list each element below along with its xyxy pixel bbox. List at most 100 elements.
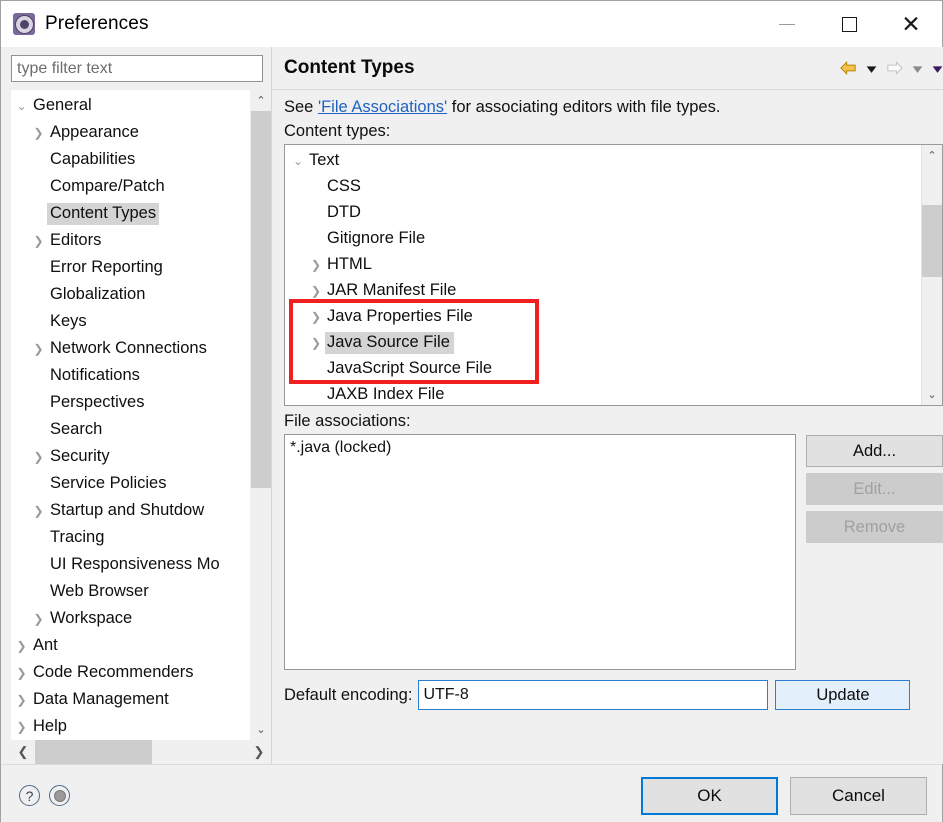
hscroll-thumb[interactable] — [35, 740, 152, 764]
maximize-button[interactable] — [818, 1, 880, 47]
sidebar-tree[interactable]: ⌄ General ❯ Appearance Capabilities Compare/P… — [11, 90, 250, 740]
window-controls: ✕ — [756, 1, 942, 47]
chevron-right-icon[interactable]: ❯ — [30, 127, 47, 139]
chevron-right-icon[interactable]: ❯ — [307, 258, 325, 272]
scroll-track[interactable] — [251, 111, 271, 719]
window-title: Preferences — [45, 13, 149, 34]
chevron-right-icon[interactable]: ❯ — [13, 694, 30, 706]
content-type-row[interactable]: JavaScript Source File — [285, 356, 921, 382]
sidebar-item-ant[interactable]: ❯ Ant — [11, 632, 250, 659]
sidebar-item-label: Search — [50, 419, 103, 438]
content-type-row[interactable]: ⌄ Text — [285, 148, 921, 174]
ct-scroll-down-icon[interactable]: ⌄ — [922, 384, 942, 405]
update-button[interactable]: Update — [775, 680, 911, 710]
close-button[interactable]: ✕ — [880, 1, 942, 47]
chevron-right-icon[interactable]: ❯ — [13, 721, 30, 733]
chevron-right-icon[interactable]: ❯ — [13, 667, 30, 679]
content-types-vertical-scrollbar[interactable]: ⌃ ⌄ — [921, 145, 942, 405]
sidebar-item-perspectives[interactable]: Perspectives — [11, 389, 250, 416]
scroll-up-icon[interactable]: ⌃ — [251, 90, 271, 111]
chevron-right-icon[interactable]: ❯ — [307, 336, 325, 350]
content-type-row[interactable]: CSS — [285, 174, 921, 200]
content-type-label: JAR Manifest File — [327, 281, 457, 299]
sidebar-item-globalization[interactable]: Globalization — [11, 281, 250, 308]
sidebar-item-help[interactable]: ❯ Help — [11, 713, 250, 740]
sidebar-item-workspace[interactable]: ❯ Workspace — [11, 605, 250, 632]
default-encoding-input[interactable]: UTF-8 — [418, 680, 769, 710]
content-types-list[interactable]: ⌄ Text CSS DTD Gitignore File ❯ HTML ❯ JAR Manif… — [285, 145, 921, 405]
sidebar-item-label: General — [33, 95, 92, 114]
sidebar-item-ui-responsiveness-mo[interactable]: UI Responsiveness Mo — [11, 551, 250, 578]
file-associations-link[interactable]: 'File Associations' — [318, 98, 447, 116]
content-type-row[interactable]: ❯ JAR Manifest File — [285, 278, 921, 304]
content-type-row[interactable]: Gitignore File — [285, 226, 921, 252]
sidebar-item-service-policies[interactable]: Service Policies — [11, 470, 250, 497]
sidebar-horizontal-scrollbar[interactable]: ❮ ❯ — [11, 740, 271, 764]
restore-defaults-icon[interactable] — [49, 785, 70, 806]
ct-scroll-thumb[interactable] — [922, 205, 942, 278]
sidebar-item-label: Error Reporting — [50, 257, 163, 276]
chevron-right-icon[interactable]: ❯ — [30, 235, 47, 247]
sidebar-item-content-types[interactable]: Content Types — [11, 200, 250, 227]
sidebar-item-startup-and-shutdow[interactable]: ❯ Startup and Shutdow — [11, 497, 250, 524]
sidebar-item-error-reporting[interactable]: Error Reporting — [11, 254, 250, 281]
minimize-button[interactable] — [756, 1, 818, 47]
sidebar-item-keys[interactable]: Keys — [11, 308, 250, 335]
sidebar-item-appearance[interactable]: ❯ Appearance — [11, 119, 250, 146]
chevron-down-icon[interactable]: ⌄ — [13, 100, 30, 112]
chevron-right-icon[interactable]: ❯ — [13, 640, 30, 652]
file-association-item[interactable]: *.java (locked) — [290, 439, 790, 457]
chevron-down-icon[interactable]: ⌄ — [289, 154, 307, 168]
sidebar-item-tracing[interactable]: Tracing — [11, 524, 250, 551]
sidebar-item-code-recommenders[interactable]: ❯ Code Recommenders — [11, 659, 250, 686]
content-type-label: Java Properties File — [327, 307, 473, 325]
sidebar-item-web-browser[interactable]: Web Browser — [11, 578, 250, 605]
chevron-right-icon[interactable]: ❯ — [307, 310, 325, 324]
sidebar-item-security[interactable]: ❯ Security — [11, 443, 250, 470]
scroll-left-icon[interactable]: ❮ — [11, 740, 35, 764]
sidebar-item-capabilities[interactable]: Capabilities — [11, 146, 250, 173]
scroll-right-icon[interactable]: ❯ — [247, 740, 271, 764]
scroll-thumb[interactable] — [251, 111, 271, 488]
description-suffix: for associating editors with file types. — [447, 98, 721, 116]
back-arrow-icon[interactable] — [839, 60, 858, 76]
help-icon[interactable]: ? — [19, 785, 40, 806]
page-title: Content Types — [284, 57, 415, 78]
sidebar-item-search[interactable]: Search — [11, 416, 250, 443]
sidebar-item-compare-patch[interactable]: Compare/Patch — [11, 173, 250, 200]
ct-scroll-up-icon[interactable]: ⌃ — [922, 145, 942, 166]
chevron-right-icon[interactable]: ❯ — [30, 343, 47, 355]
default-encoding-label: Default encoding: — [284, 685, 413, 704]
sidebar-item-general[interactable]: ⌄ General — [11, 92, 250, 119]
content-type-label: Text — [309, 151, 340, 169]
sidebar-item-network-connections[interactable]: ❯ Network Connections — [11, 335, 250, 362]
chevron-right-icon[interactable]: ❯ — [30, 613, 47, 625]
sidebar-vertical-scrollbar[interactable]: ⌃ ⌄ — [250, 90, 271, 740]
ok-button[interactable]: OK — [641, 776, 778, 815]
chevron-right-icon[interactable]: ❯ — [307, 284, 325, 298]
content-type-label: Gitignore File — [327, 229, 426, 247]
content-type-row[interactable]: ❯ Java Properties File — [285, 304, 921, 330]
ct-scroll-track[interactable] — [922, 166, 942, 384]
content-type-row[interactable]: DTD — [285, 200, 921, 226]
content-type-row[interactable]: ❯ HTML — [285, 252, 921, 278]
chevron-right-icon[interactable]: ❯ — [30, 505, 47, 517]
view-menu-chevron-down-icon[interactable] — [931, 62, 943, 75]
cancel-button[interactable]: Cancel — [790, 776, 927, 815]
filter-input[interactable]: type filter text — [11, 55, 263, 82]
content-type-row[interactable]: ❯ Java Source File — [285, 330, 921, 356]
scroll-down-icon[interactable]: ⌄ — [251, 719, 271, 740]
hscroll-track[interactable] — [35, 740, 247, 764]
content-type-row[interactable]: JAXB Index File — [285, 382, 921, 405]
add-button[interactable]: Add... — [806, 435, 943, 467]
forward-arrow-icon — [887, 61, 903, 75]
back-menu-chevron-down-icon[interactable] — [865, 62, 878, 75]
sidebar-item-notifications[interactable]: Notifications — [11, 362, 250, 389]
sidebar-item-editors[interactable]: ❯ Editors — [11, 227, 250, 254]
sidebar-item-data-management[interactable]: ❯ Data Management — [11, 686, 250, 713]
chevron-right-icon[interactable]: ❯ — [30, 451, 47, 463]
file-associations-list[interactable]: *.java (locked) — [284, 434, 796, 670]
remove-button: Remove — [806, 511, 943, 543]
sidebar-item-label: Capabilities — [50, 149, 136, 168]
content-types-box: ⌄ Text CSS DTD Gitignore File ❯ HTML ❯ JAR Manif… — [284, 144, 943, 406]
